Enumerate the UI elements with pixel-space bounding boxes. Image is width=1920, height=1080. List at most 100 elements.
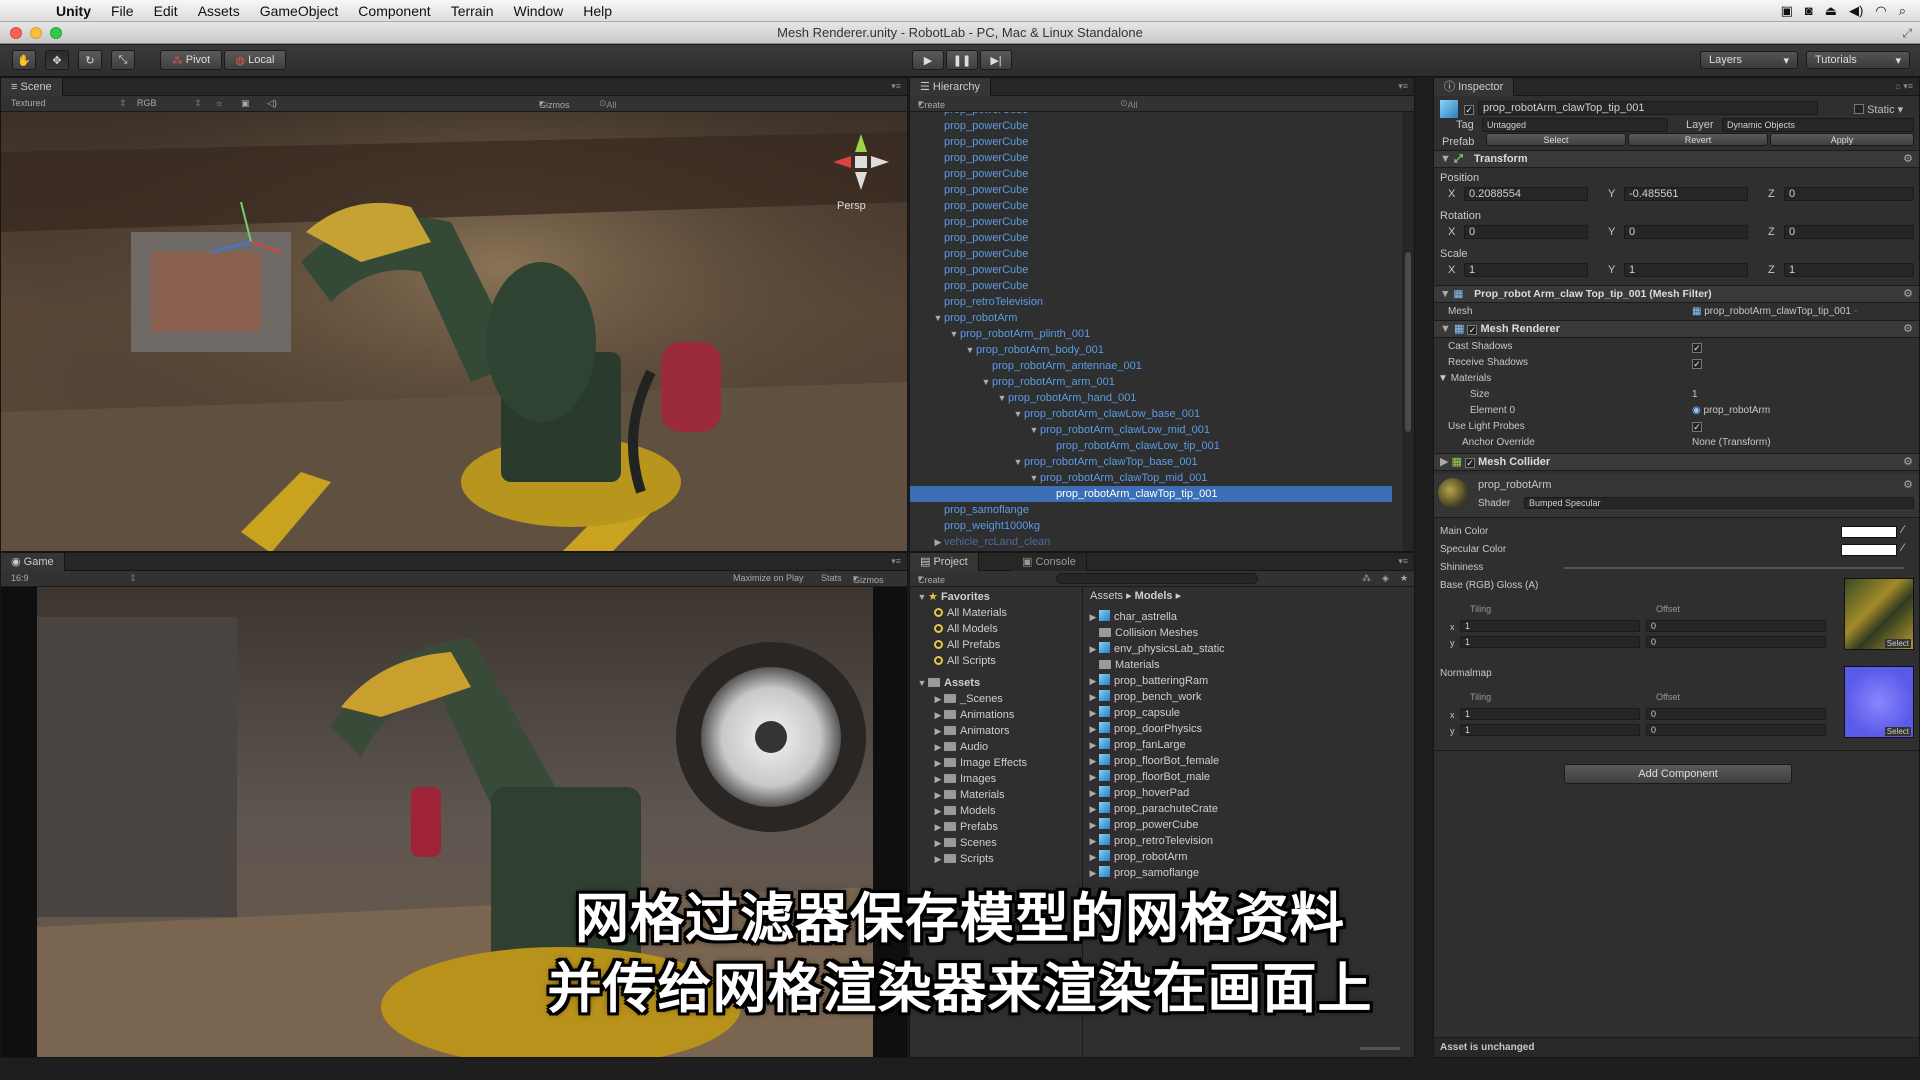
tag-dropdown[interactable]: Untagged bbox=[1482, 118, 1668, 132]
hierarchy-item[interactable]: prop_powerCube bbox=[910, 134, 1392, 150]
menu-assets[interactable]: Assets bbox=[188, 3, 250, 19]
menu-component[interactable]: Component bbox=[348, 3, 440, 19]
folder-item[interactable]: ▶ Animators bbox=[932, 723, 1010, 739]
tutorials-dropdown[interactable]: Tutorials ▾ bbox=[1806, 51, 1910, 69]
aspect-dropdown[interactable]: 16:9 bbox=[11, 573, 29, 583]
prefab-apply-button[interactable]: Apply bbox=[1770, 133, 1914, 146]
close-icon[interactable] bbox=[10, 27, 22, 39]
hierarchy-item[interactable]: ▼ prop_robotArm_body_001 bbox=[910, 342, 1392, 358]
scene-search-input[interactable]: ⊙ All bbox=[599, 98, 617, 110]
material-header[interactable]: prop_robotArm Shader Bumped Specular ⚙ bbox=[1434, 474, 1919, 518]
asset-item[interactable]: ▶ prop_hoverPad bbox=[1087, 785, 1189, 801]
specular-color-swatch[interactable] bbox=[1841, 544, 1897, 556]
folder-item[interactable]: ▶ Image Effects bbox=[932, 755, 1028, 771]
hierarchy-item[interactable]: prop_powerCube bbox=[910, 166, 1392, 182]
hierarchy-item[interactable]: prop_powerCube bbox=[910, 246, 1392, 262]
hierarchy-item[interactable]: ▶ vehicle_rcLand_clean bbox=[910, 534, 1392, 550]
image-toggle-icon[interactable]: ▣ bbox=[241, 98, 250, 109]
hierarchy-create-dropdown[interactable]: Create ▾ bbox=[918, 98, 945, 110]
stats-toggle[interactable]: Stats bbox=[821, 573, 842, 583]
tab-project[interactable]: ▤ Project bbox=[910, 553, 979, 571]
eject-icon[interactable]: ⏏ bbox=[1825, 3, 1837, 19]
game-gizmos-dropdown[interactable]: Gizmos ▾ bbox=[853, 573, 884, 585]
panel-menu-icon[interactable]: ▾≡ bbox=[1398, 556, 1408, 567]
asset-item[interactable]: ▶ prop_floorBot_female bbox=[1087, 753, 1219, 769]
tab-hierarchy[interactable]: ☰ Hierarchy bbox=[910, 78, 991, 96]
hierarchy-item[interactable]: ▼ prop_robotArm_hand_001 bbox=[910, 390, 1392, 406]
maximize-on-play-toggle[interactable]: Maximize on Play bbox=[733, 573, 804, 583]
filter-by-label-icon[interactable]: ◈ bbox=[1382, 573, 1389, 584]
scale-x-field[interactable]: 1 bbox=[1464, 263, 1588, 277]
position-y-field[interactable]: -0.485561 bbox=[1624, 187, 1748, 201]
shader-dropdown[interactable]: Bumped Specular bbox=[1524, 497, 1914, 509]
camera-icon[interactable]: ◙ bbox=[1805, 3, 1813, 19]
search-icon[interactable]: ⌕ bbox=[1899, 3, 1906, 19]
mesh-filter-header[interactable]: ▼ ▦ Prop_robot Arm_claw Top_tip_001 (Mes… bbox=[1434, 285, 1919, 303]
hand-tool-icon[interactable]: ✋ bbox=[12, 50, 36, 70]
scale-y-field[interactable]: 1 bbox=[1624, 263, 1748, 277]
base-texture-select[interactable]: Select bbox=[1884, 639, 1911, 648]
tab-game[interactable]: ◉ Game bbox=[1, 553, 65, 571]
asset-item[interactable]: ▶ prop_doorPhysics bbox=[1087, 721, 1202, 737]
scale-tool-icon[interactable]: ⤡ bbox=[111, 50, 135, 70]
hierarchy-item[interactable]: ▼ prop_robotArm bbox=[910, 310, 1392, 326]
normal-offset-y[interactable]: 0 bbox=[1646, 724, 1826, 736]
hierarchy-item[interactable]: prop_powerCube bbox=[910, 198, 1392, 214]
normalmap-select[interactable]: Select bbox=[1884, 727, 1911, 736]
cast-shadows-checkbox[interactable]: ✓ bbox=[1692, 341, 1702, 353]
asset-item[interactable]: ▶ prop_batteringRam bbox=[1087, 673, 1208, 689]
menu-help[interactable]: Help bbox=[573, 3, 622, 19]
base-tiling-x[interactable]: 1 bbox=[1460, 620, 1640, 632]
asset-item[interactable]: ▶ prop_floorBot_male bbox=[1087, 769, 1210, 785]
eyedropper-icon[interactable]: ⁄ bbox=[1902, 524, 1904, 536]
favorite-star-icon[interactable]: ★ bbox=[1400, 573, 1408, 584]
position-x-field[interactable]: 0.2088554 bbox=[1464, 187, 1588, 201]
shading-mode-dropdown[interactable]: Textured bbox=[11, 98, 46, 108]
hierarchy-item[interactable]: prop_retroTelevision bbox=[910, 294, 1392, 310]
audio-toggle-icon[interactable]: ◁) bbox=[267, 98, 277, 109]
panel-menu-icon[interactable]: ⌂ ▾≡ bbox=[1895, 81, 1913, 92]
active-checkbox[interactable]: ✓ bbox=[1464, 103, 1474, 115]
layers-dropdown[interactable]: Layers ▾ bbox=[1700, 51, 1798, 69]
wifi-icon[interactable]: ◠ bbox=[1875, 3, 1886, 19]
asset-item[interactable]: Collision Meshes bbox=[1087, 625, 1198, 641]
expand-arrow-icon[interactable]: ▼ bbox=[964, 342, 976, 358]
menu-terrain[interactable]: Terrain bbox=[441, 3, 504, 19]
rotation-x-field[interactable]: 0 bbox=[1464, 225, 1588, 239]
folder-item[interactable]: ▶ Prefabs bbox=[932, 819, 998, 835]
scene-viewport[interactable]: Persp bbox=[1, 112, 907, 551]
asset-item[interactable]: ▶ prop_fanLarge bbox=[1087, 737, 1186, 753]
fullscreen-icon[interactable]: ⤢ bbox=[1902, 22, 1912, 44]
panel-menu-icon[interactable]: ▾≡ bbox=[891, 81, 901, 92]
materials-size-field[interactable]: 1 bbox=[1692, 389, 1698, 400]
asset-item[interactable]: ▶ prop_retroTelevision bbox=[1087, 833, 1213, 849]
add-component-button[interactable]: Add Component bbox=[1564, 764, 1792, 784]
pause-button[interactable]: ❚❚ bbox=[946, 50, 978, 70]
asset-item[interactable]: ▶ prop_robotArm bbox=[1087, 849, 1187, 865]
hierarchy-scrollbar[interactable] bbox=[1402, 112, 1414, 551]
light-probes-checkbox[interactable]: ✓ bbox=[1692, 420, 1702, 432]
scene-gizmos-dropdown[interactable]: Gizmos ▾ bbox=[539, 98, 570, 110]
persp-label[interactable]: Persp bbox=[837, 200, 866, 212]
normal-tiling-x[interactable]: 1 bbox=[1460, 708, 1640, 720]
shininess-slider[interactable] bbox=[1564, 567, 1904, 569]
transform-header[interactable]: ▼ ⤢ Transform ⚙ bbox=[1434, 150, 1919, 168]
hierarchy-item[interactable]: ▼ prop_robotArm_clawLow_base_001 bbox=[910, 406, 1392, 422]
zoom-icon[interactable] bbox=[50, 27, 62, 39]
asset-item[interactable]: ▶ prop_powerCube bbox=[1087, 817, 1198, 833]
expand-arrow-icon[interactable]: ▼ bbox=[1012, 454, 1024, 470]
asset-item[interactable]: ▶ prop_parachuteCrate bbox=[1087, 801, 1218, 817]
rotate-tool-icon[interactable]: ↻ bbox=[78, 50, 102, 70]
base-texture-thumbnail[interactable]: Select bbox=[1844, 578, 1914, 650]
eyedropper-icon[interactable]: ⁄ bbox=[1902, 542, 1904, 554]
hierarchy-item[interactable]: ▼ prop_robotArm_clawTop_mid_001 bbox=[910, 470, 1392, 486]
icon-size-slider[interactable] bbox=[1360, 1047, 1400, 1050]
folder-item[interactable]: ▶ _Scenes bbox=[932, 691, 1003, 707]
static-checkbox[interactable]: Static ▾ bbox=[1854, 103, 1903, 116]
main-color-swatch[interactable] bbox=[1841, 526, 1897, 538]
breadcrumb-models[interactable]: Models bbox=[1135, 590, 1173, 602]
prefab-select-button[interactable]: Select bbox=[1486, 133, 1626, 146]
hierarchy-item[interactable]: prop_robotArm_clawTop_tip_001 bbox=[910, 486, 1392, 502]
rotation-z-field[interactable]: 0 bbox=[1784, 225, 1914, 239]
panel-menu-icon[interactable]: ▾≡ bbox=[891, 556, 901, 567]
